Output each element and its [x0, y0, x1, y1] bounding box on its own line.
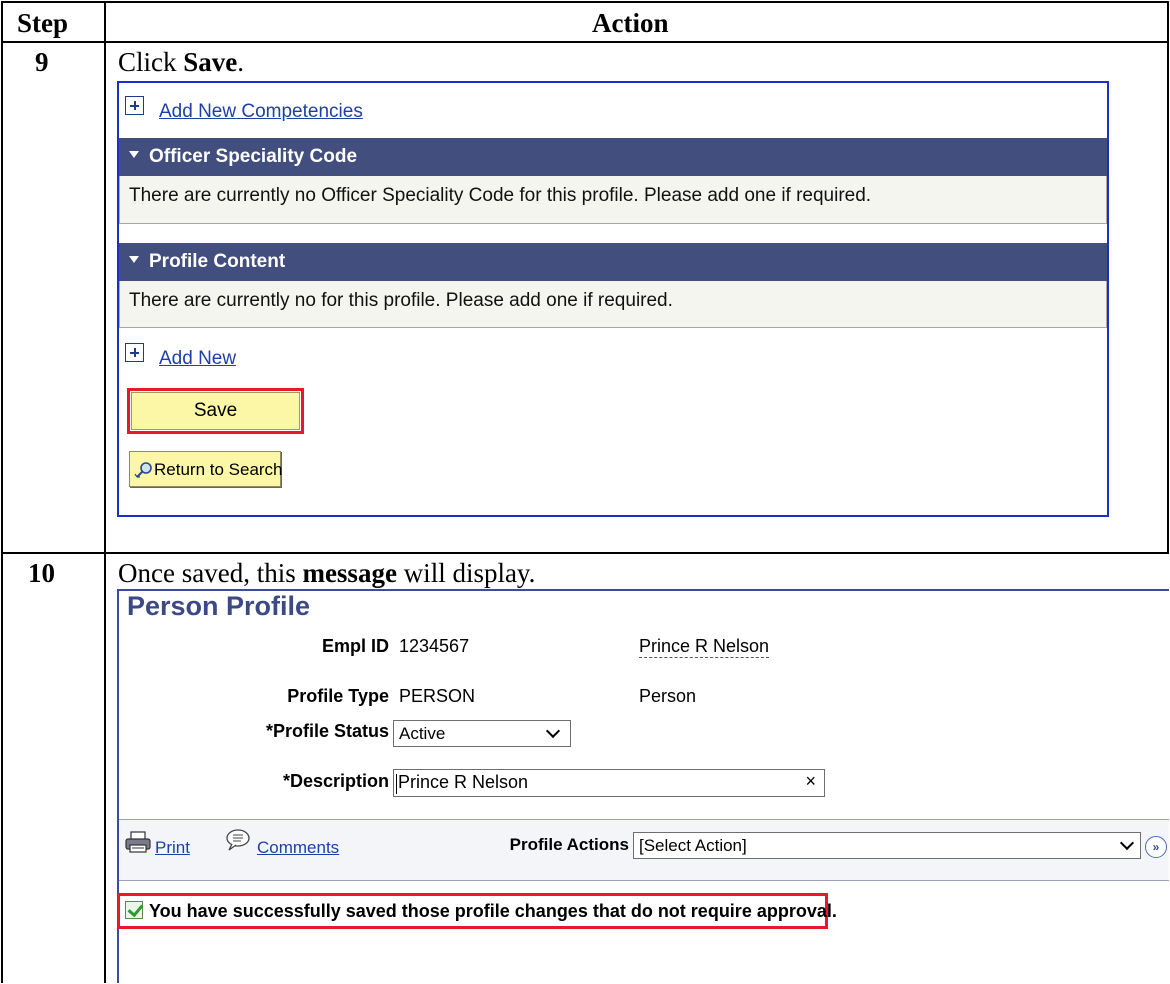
empty-section-message: There are currently no Officer Specialit…: [129, 185, 872, 206]
instruction-text: Click: [118, 47, 184, 77]
page-title: Person Profile: [127, 591, 311, 621]
profile-status-select[interactable]: Active: [393, 720, 571, 747]
step-number: 10: [28, 558, 55, 588]
message-divider: [119, 880, 1169, 881]
return-to-search-label: Return to Search: [154, 460, 283, 479]
checkmark-icon: [125, 901, 143, 919]
instruction-text: .: [237, 47, 244, 77]
profile-actions-value: [Select Action]: [639, 836, 747, 855]
row-divider: [1, 552, 1169, 554]
profile-content-header[interactable]: Profile Content: [119, 243, 1107, 281]
search-icon: [134, 462, 152, 478]
table-border-top: [1, 1, 1169, 3]
add-new-link[interactable]: Add New: [159, 348, 236, 370]
clear-icon[interactable]: ×: [805, 771, 816, 792]
text-cursor: [396, 774, 397, 794]
instruction-text: will display.: [396, 558, 536, 588]
profile-content-body: There are currently no for this profile.…: [119, 281, 1107, 328]
step9-screenshot: Add New Competencies Officer Speciality …: [117, 81, 1109, 517]
step-column-header: Step: [17, 8, 69, 38]
profile-actions-label: Profile Actions: [509, 835, 629, 854]
print-link[interactable]: Print: [155, 838, 190, 858]
officer-speciality-code-body: There are currently no Officer Specialit…: [119, 176, 1107, 224]
collapse-triangle-icon[interactable]: [129, 256, 139, 263]
instruction-emphasis: Save: [183, 47, 238, 77]
chevron-down-icon: [1119, 835, 1135, 851]
description-value: Prince R Nelson: [398, 772, 529, 792]
section-title: Officer Speciality Code: [149, 146, 358, 167]
profile-status-value: Active: [399, 724, 446, 743]
printer-icon[interactable]: [125, 831, 151, 853]
comments-link[interactable]: Comments: [257, 838, 339, 858]
header-divider: [1, 41, 1169, 43]
go-button[interactable]: »: [1145, 836, 1167, 858]
save-button[interactable]: Save: [131, 392, 300, 430]
return-to-search-button[interactable]: Return to Search: [129, 451, 283, 487]
add-new-competencies-link[interactable]: Add New Competencies: [159, 101, 363, 123]
section-title: Profile Content: [149, 251, 286, 272]
instruction-emphasis: message: [302, 558, 397, 588]
person-name[interactable]: Prince R Nelson: [639, 636, 770, 658]
plus-icon[interactable]: [125, 96, 144, 115]
instruction-table: Step Action 9 Click Save. Add New Compet…: [1, 1, 1169, 983]
description-input[interactable]: Prince R Nelson ×: [393, 769, 825, 797]
table-border-right: [1167, 1, 1169, 553]
table-border-left: [1, 1, 3, 983]
description-label: *Description: [282, 771, 389, 791]
step10-screenshot: Person Profile Empl ID 1234567 Prince R …: [117, 589, 1169, 983]
chevron-down-icon: [545, 723, 561, 739]
empty-section-message: There are currently no for this profile.…: [129, 290, 673, 311]
empl-id-value: 1234567: [399, 636, 470, 656]
empl-id-label: Empl ID: [321, 636, 389, 656]
success-message: You have successfully saved those profil…: [149, 901, 837, 921]
profile-type-label: Profile Type: [287, 686, 389, 706]
action-column-header: Action: [592, 8, 669, 38]
comments-icon[interactable]: [225, 828, 251, 852]
step-instruction: Click Save.: [118, 49, 244, 76]
instruction-text: Once saved, this: [118, 558, 303, 588]
profile-status-label: *Profile Status: [265, 721, 389, 741]
profile-type-value: PERSON: [399, 686, 476, 706]
plus-icon[interactable]: [125, 343, 144, 362]
collapse-triangle-icon[interactable]: [129, 151, 139, 158]
officer-speciality-code-header[interactable]: Officer Speciality Code: [119, 138, 1107, 176]
step-instruction: Once saved, this message will display.: [118, 560, 535, 587]
profile-actions-select[interactable]: [Select Action]: [633, 832, 1141, 859]
profile-type-description: Person: [639, 686, 697, 706]
column-divider: [104, 1, 106, 983]
step-number: 9: [35, 47, 49, 77]
